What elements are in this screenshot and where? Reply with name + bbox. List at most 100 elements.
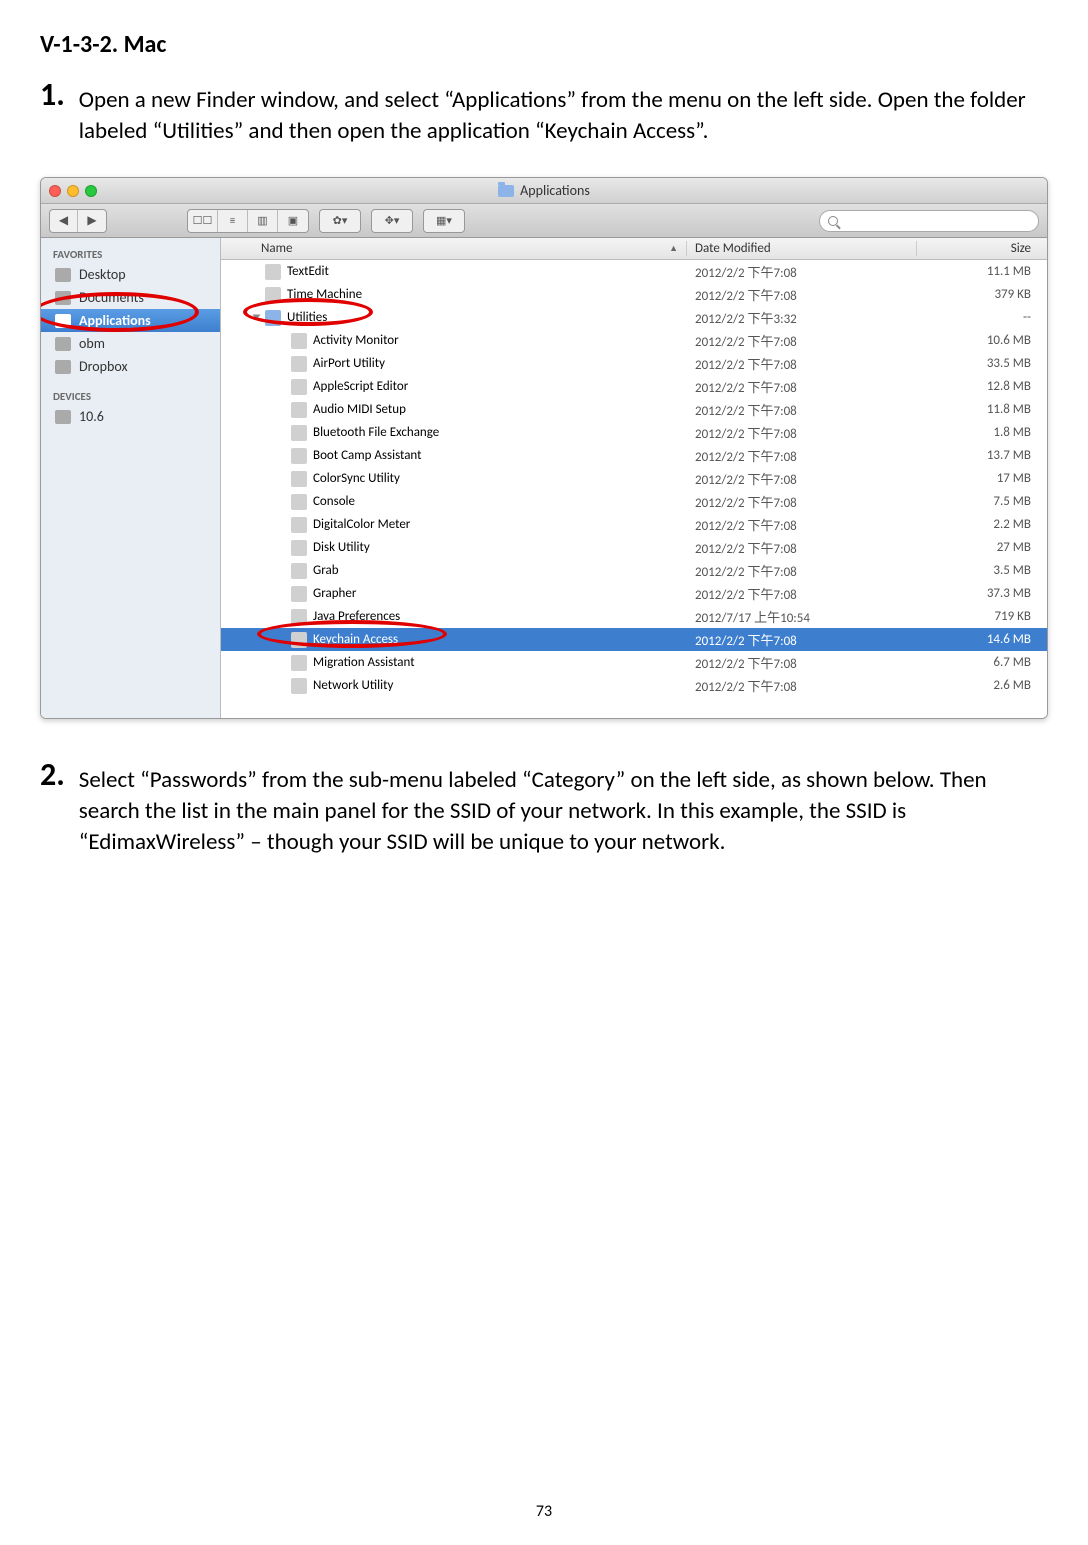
app-icon [291, 609, 307, 625]
app-icon [291, 356, 307, 372]
search-input[interactable] [819, 210, 1039, 232]
column-date[interactable]: Date Modified [687, 241, 917, 256]
column-view-button[interactable]: ▥ [248, 210, 278, 232]
sidebar-item-documents[interactable]: Documents [41, 286, 220, 309]
file-date: 2012/2/2 下午7:08 [687, 377, 917, 396]
back-button[interactable]: ◀ [50, 210, 78, 232]
file-name: TextEdit [287, 264, 329, 279]
file-size: 11.1 MB [917, 264, 1047, 279]
file-size: 12.8 MB [917, 379, 1047, 394]
file-row[interactable]: Utilities2012/2/2 下午3:32-- [221, 306, 1047, 329]
app-icon [291, 333, 307, 349]
arrange-menu[interactable]: ✥▾ [371, 209, 413, 233]
file-name: Java Preferences [313, 609, 400, 624]
app-icon [291, 379, 307, 395]
disclosure-icon[interactable] [253, 315, 261, 320]
desktop-icon [55, 268, 71, 282]
app-icon [291, 402, 307, 418]
list-view-button[interactable]: ≡ [218, 210, 248, 232]
page-number: 73 [0, 1502, 1088, 1521]
file-name: Time Machine [287, 287, 362, 302]
folder-icon [265, 310, 281, 326]
sidebar-item-desktop[interactable]: Desktop [41, 263, 220, 286]
file-row[interactable]: Audio MIDI Setup2012/2/2 下午7:0811.8 MB [221, 398, 1047, 421]
file-row[interactable]: Migration Assistant2012/2/2 下午7:086.7 MB [221, 651, 1047, 674]
file-date: 2012/2/2 下午7:08 [687, 446, 917, 465]
applications-icon [55, 314, 71, 328]
file-row[interactable]: Bluetooth File Exchange2012/2/2 下午7:081.… [221, 421, 1047, 444]
file-row[interactable]: AirPort Utility2012/2/2 下午7:0833.5 MB [221, 352, 1047, 375]
step-number: 1. [40, 79, 65, 147]
finder-window: Applications ◀ ▶ ☐☐ ≡ ▥ ▣ ✿▾ ✥▾ ▦▾ FAVO [40, 177, 1048, 719]
step-number: 2. [40, 759, 65, 858]
file-name: Grab [313, 563, 339, 578]
file-name: ColorSync Utility [313, 471, 400, 486]
action-menu[interactable]: ✿▾ [319, 209, 361, 233]
file-row[interactable]: Grab2012/2/2 下午7:083.5 MB [221, 559, 1047, 582]
icon-view-button[interactable]: ☐☐ [188, 210, 218, 232]
step-text: Open a new Finder window, and select “Ap… [79, 79, 1048, 147]
step-text: Select “Passwords” from the sub-menu lab… [79, 759, 1048, 858]
sidebar-item-disk[interactable]: 10.6 [41, 405, 220, 428]
sort-indicator-icon: ▲ [669, 243, 678, 254]
column-name-label: Name [261, 241, 292, 256]
file-date: 2012/2/2 下午3:32 [687, 308, 917, 327]
folder-icon [498, 185, 514, 197]
sidebar-item-applications[interactable]: Applications [41, 309, 220, 332]
file-size: 6.7 MB [917, 655, 1047, 670]
file-name: Migration Assistant [313, 655, 415, 670]
app-icon [291, 471, 307, 487]
app-icon [291, 655, 307, 671]
file-size: 10.6 MB [917, 333, 1047, 348]
file-row[interactable]: Time Machine2012/2/2 下午7:08379 KB [221, 283, 1047, 306]
app-icon [291, 517, 307, 533]
sidebar-item-label: Desktop [79, 266, 126, 283]
file-name: Audio MIDI Setup [313, 402, 406, 417]
file-row[interactable]: Network Utility2012/2/2 下午7:082.6 MB [221, 674, 1047, 697]
file-row[interactable]: Boot Camp Assistant 2012/2/2 下午7:0813.7 M… [221, 444, 1047, 467]
file-row[interactable]: Console2012/2/2 下午7:087.5 MB [221, 490, 1047, 513]
forward-button[interactable]: ▶ [78, 210, 106, 232]
sidebar-header-favorites: FAVORITES [41, 244, 220, 263]
file-size: 13.7 MB [917, 448, 1047, 463]
file-row[interactable]: Disk Utility2012/2/2 下午7:0827 MB [221, 536, 1047, 559]
file-date: 2012/7/17 上午10:54 [687, 607, 917, 626]
file-row[interactable]: AppleScript Editor2012/2/2 下午7:0812.8 MB [221, 375, 1047, 398]
sidebar-item-label: obm [79, 335, 105, 352]
share-menu[interactable]: ▦▾ [423, 209, 465, 233]
file-size: 719 KB [917, 609, 1047, 624]
sidebar-item-label: Documents [79, 289, 144, 306]
file-row[interactable]: Java Preferences 2012/7/17 上午10:54719 KB [221, 605, 1047, 628]
coverflow-view-button[interactable]: ▣ [278, 210, 308, 232]
finder-content: Name ▲ Date Modified Size TextEdit 2012/2… [221, 238, 1047, 718]
file-size: 14.6 MB [917, 632, 1047, 647]
home-icon [55, 337, 71, 351]
file-row[interactable]: TextEdit 2012/2/2 下午7:0811.1 MB [221, 260, 1047, 283]
finder-title-text: Applications [520, 182, 590, 199]
file-row[interactable]: Grapher2012/2/2 下午7:0837.3 MB [221, 582, 1047, 605]
app-icon [265, 287, 281, 303]
nav-buttons: ◀ ▶ [49, 209, 107, 233]
sidebar-item-label: Dropbox [79, 358, 128, 375]
file-size: 27 MB [917, 540, 1047, 555]
app-icon [265, 264, 281, 280]
file-size: 37.3 MB [917, 586, 1047, 601]
column-size[interactable]: Size [917, 241, 1047, 256]
app-icon [291, 448, 307, 464]
file-size: 1.8 MB [917, 425, 1047, 440]
sidebar-item-dropbox[interactable]: Dropbox [41, 355, 220, 378]
column-name[interactable]: Name ▲ [221, 241, 687, 256]
file-row[interactable]: DigitalColor Meter2012/2/2 下午7:082.2 MB [221, 513, 1047, 536]
file-row[interactable]: ColorSync Utility 2012/2/2 下午7:0817 MB [221, 467, 1047, 490]
file-row[interactable]: Activity Monitor2012/2/2 下午7:0810.6 MB [221, 329, 1047, 352]
file-size: 17 MB [917, 471, 1047, 486]
sidebar-item-obm[interactable]: obm [41, 332, 220, 355]
file-name: Boot Camp Assistant [313, 448, 422, 463]
file-row[interactable]: Keychain Access2012/2/2 下午7:0814.6 MB [221, 628, 1047, 651]
file-date: 2012/2/2 下午7:08 [687, 469, 917, 488]
app-icon [291, 678, 307, 694]
app-icon [291, 540, 307, 556]
file-size: 2.2 MB [917, 517, 1047, 532]
file-name: DigitalColor Meter [313, 517, 410, 532]
file-date: 2012/2/2 下午7:08 [687, 262, 917, 281]
